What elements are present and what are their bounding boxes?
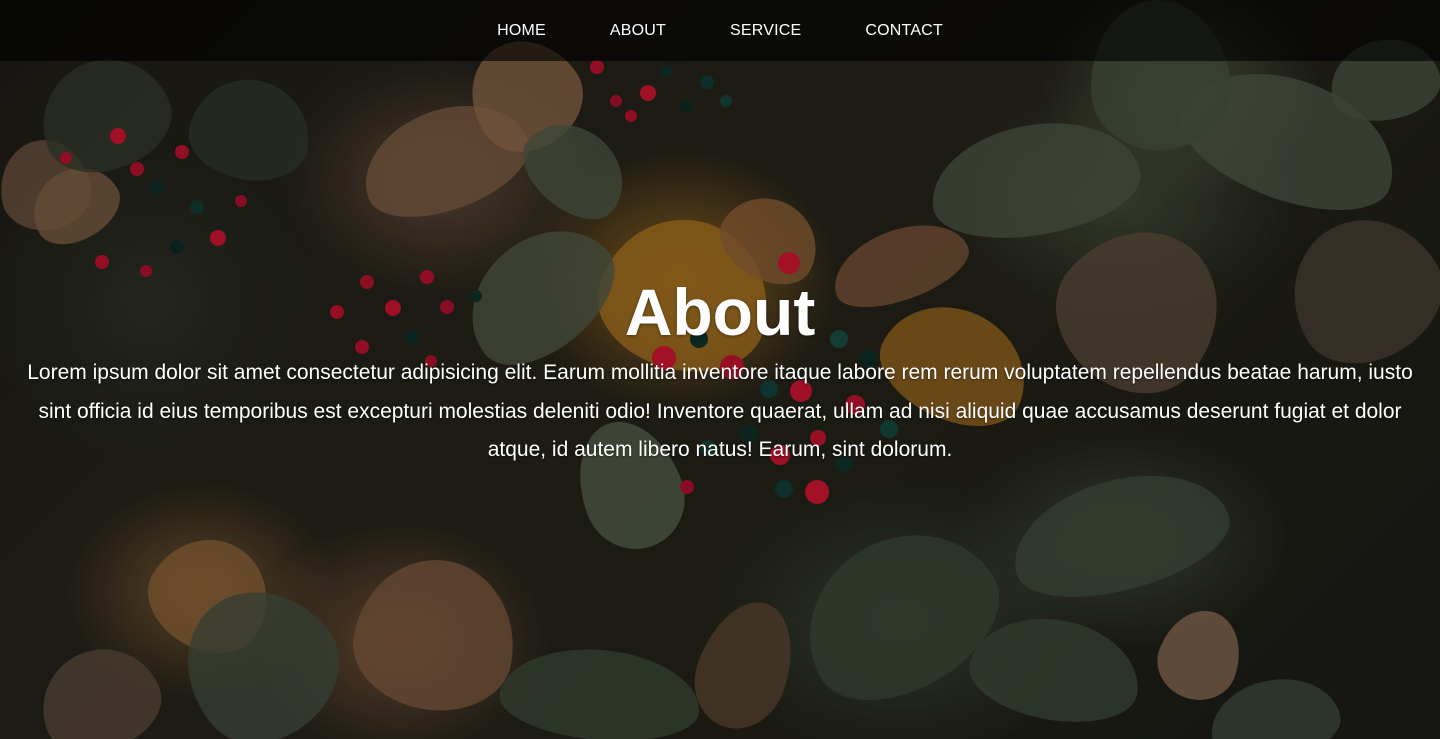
nav-home-link[interactable]: HOME [497,22,546,40]
top-navigation: HOME ABOUT SERVICE CONTACT [0,0,1440,61]
nav-contact-link[interactable]: CONTACT [865,22,943,40]
about-hero: About Lorem ipsum dolor sit amet consect… [0,270,1440,470]
about-description: Lorem ipsum dolor sit amet consectetur a… [27,361,1413,461]
page-title: About [624,275,816,349]
nav-about-link[interactable]: ABOUT [610,22,666,40]
nav-service-link[interactable]: SERVICE [730,22,801,40]
